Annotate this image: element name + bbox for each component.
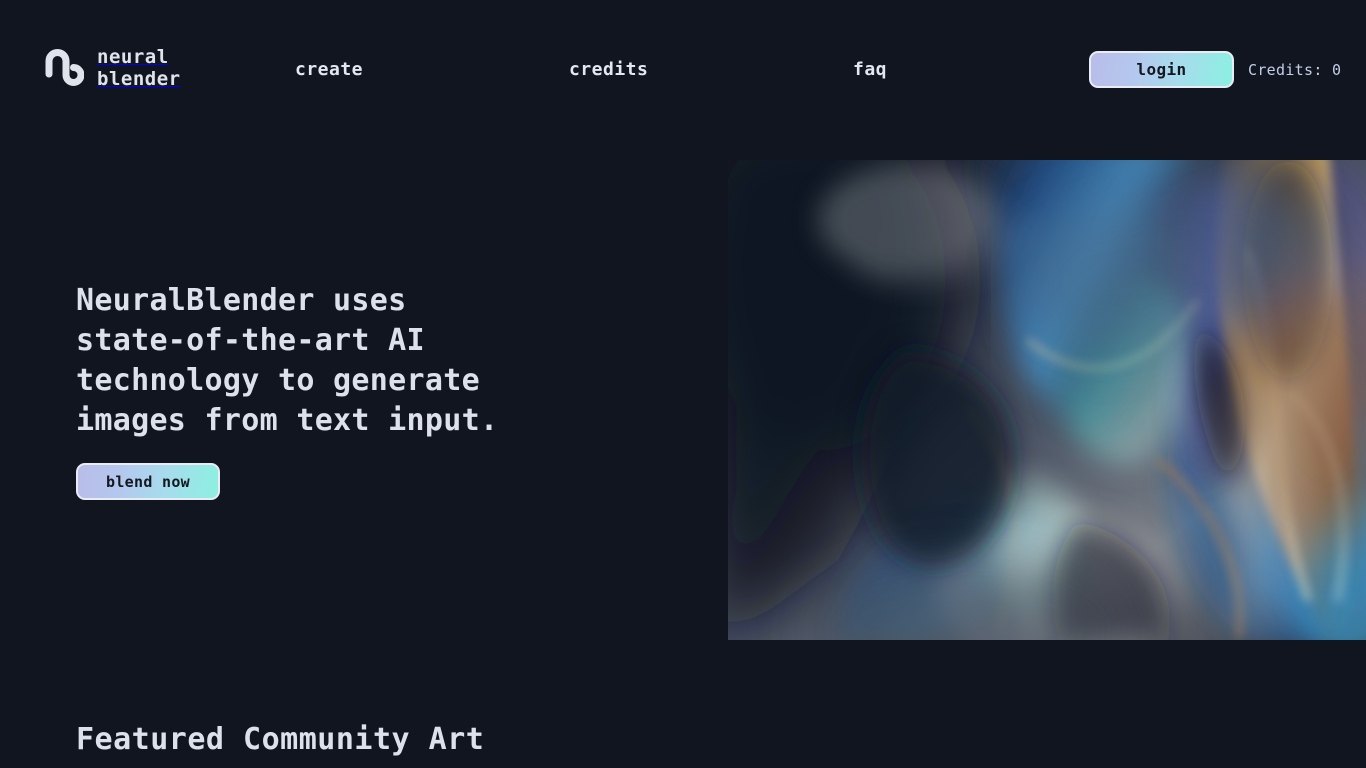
brand-logo[interactable]: neural blender: [44, 44, 181, 92]
brand-line-1: neural: [97, 45, 169, 68]
neural-loop-logo-icon: [45, 49, 84, 86]
iridescent-marble-image: [728, 160, 1366, 640]
featured-community-art-heading: Featured Community Art: [76, 722, 485, 757]
brand-line-2: blender: [97, 68, 181, 90]
credits-balance: Credits: 0: [1248, 61, 1342, 79]
brand-wordmark: neural blender: [97, 46, 181, 91]
nav-item-credits[interactable]: credits: [569, 59, 648, 80]
login-button[interactable]: login: [1089, 51, 1234, 88]
blend-now-button[interactable]: blend now: [76, 463, 220, 500]
site-header: neural blender create credits faq login …: [0, 0, 1366, 140]
hero-section: NeuralBlender uses state-of-the-art AI t…: [76, 281, 636, 500]
nav-item-faq[interactable]: faq: [853, 59, 887, 80]
hero-heading: NeuralBlender uses state-of-the-art AI t…: [76, 283, 499, 438]
hero-artwork: [728, 160, 1366, 640]
nav-item-create[interactable]: create: [295, 59, 363, 80]
